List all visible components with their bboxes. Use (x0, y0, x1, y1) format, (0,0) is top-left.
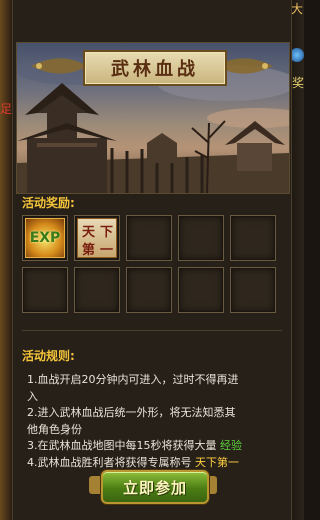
rule-line: 入 (27, 389, 38, 403)
reward-slot[interactable]: 天 下 第 一 (74, 215, 120, 261)
left-edge-text: 足 (0, 102, 13, 116)
title-badge-icon[interactable]: 天 下 第 一 (77, 218, 117, 258)
reward-slot-empty[interactable] (126, 215, 172, 261)
left-sidebar-edge: 足 (0, 0, 12, 520)
rules-list: 1.血战开启20分钟内可进入，过时不得再进 入 2.进入武林血战后统一外形，将无… (27, 372, 283, 471)
right-sidebar-edge: 大 奖 (290, 0, 304, 520)
join-now-label: 立即参加 (122, 478, 187, 497)
reward-slot-empty[interactable] (230, 215, 276, 261)
section-divider (22, 330, 282, 331)
rule-highlight: 经验 (220, 439, 242, 452)
exp-icon[interactable]: EXP (25, 218, 65, 258)
reward-slot[interactable]: EXP (22, 215, 68, 261)
rule-line: 2.进入武林血战后统一外形，将无法知悉其 (27, 406, 236, 419)
banner-left-ornament (31, 58, 87, 74)
reward-slot-empty[interactable] (230, 267, 276, 313)
rule-line: 1.血战开启20分钟内可进入，过时不得再进 (27, 373, 239, 386)
right-edge-text-top: 大 (290, 2, 303, 16)
title-badge-char: 天 (82, 225, 96, 240)
event-title: 武林血战 (111, 59, 199, 80)
event-panel: 武林血战 活动奖励: EXP 天 下 第 一 活动规则: 1.血战开启20分钟内… (12, 0, 292, 520)
reward-orb-icon[interactable] (290, 48, 304, 62)
rule-line: 他角色身份 (27, 422, 82, 436)
rules-label: 活动规则: (22, 349, 75, 363)
title-badge-char: 一 (100, 243, 114, 258)
reward-slot-empty[interactable] (22, 267, 68, 313)
rule-line: 3.在武林血战地图中每15秒将获得大量 经验 (27, 438, 283, 455)
rule-line: 4.武林血战胜利者将获得专属称号 天下第一 (27, 455, 283, 472)
reward-slot-empty[interactable] (74, 267, 120, 313)
title-badge-char: 下 (100, 225, 114, 240)
rewards-grid: EXP 天 下 第 一 (22, 215, 284, 313)
join-now-button[interactable]: 立即参加 (101, 470, 209, 504)
reward-slot-empty[interactable] (178, 215, 224, 261)
rule-highlight: 天下第一 (195, 455, 239, 469)
reward-slot-empty[interactable] (178, 267, 224, 313)
rule-text: 4.武林血战胜利者将获得专属称号 (27, 455, 195, 469)
reward-slot-empty[interactable] (126, 267, 172, 313)
rule-text: 3.在武林血战地图中每15秒将获得大量 (27, 439, 220, 452)
title-badge-char: 第 (82, 243, 96, 258)
exp-icon-text: EXP (29, 230, 61, 246)
rewards-label: 活动奖励: (22, 196, 75, 210)
right-edge-text-side: 奖 (291, 76, 304, 90)
event-title-banner: 武林血战 (83, 50, 227, 86)
